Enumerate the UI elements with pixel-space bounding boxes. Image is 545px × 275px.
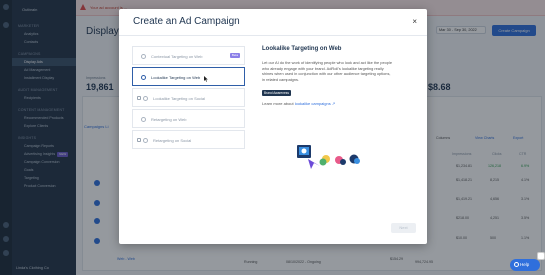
chat-bubble-icon <box>514 262 519 267</box>
radio-icon[interactable] <box>143 96 148 101</box>
lock-icon <box>137 96 141 100</box>
detail-description: Let our AI do the work of identifying pe… <box>262 60 392 82</box>
radio-icon[interactable] <box>143 138 148 143</box>
lookalike-illustration <box>297 145 360 169</box>
external-link-icon[interactable]: ↗ <box>332 101 335 106</box>
cursor-icon <box>204 76 208 82</box>
help-label: Help <box>520 262 530 267</box>
detail-title: Lookalike Targeting on Web <box>262 46 342 52</box>
option-lookalike-web[interactable]: Lookalike Targeting on Web <box>132 67 245 86</box>
create-campaign-modal: Create an Ad Campaign × Contextual Targe… <box>119 9 427 244</box>
help-button[interactable]: Help <box>510 259 540 271</box>
option-label: Contextual Targeting on Web <box>151 54 203 59</box>
widget-icon[interactable] <box>537 252 545 260</box>
option-label: Lookalike Targeting on Web <box>151 75 201 80</box>
lock-icon <box>137 138 141 142</box>
learn-more-link[interactable]: lookalike campaigns <box>295 101 331 106</box>
beta-badge: Beta <box>229 53 240 58</box>
radio-icon[interactable] <box>141 117 146 122</box>
learn-more: Learn more about lookalike campaigns ↗ <box>262 101 335 106</box>
option-retargeting-web[interactable]: Retargeting on Web <box>132 109 245 128</box>
learn-more-prefix: Learn more about <box>262 101 294 106</box>
option-label: Retargeting on Social <box>153 138 192 143</box>
option-lookalike-social[interactable]: Lookalike Targeting on Social <box>132 88 245 107</box>
modal-title: Create an Ad Campaign <box>133 16 240 27</box>
campaign-type-list: Contextual Targeting on Web Beta Lookali… <box>132 46 245 151</box>
option-contextual-web[interactable]: Contextual Targeting on Web Beta <box>132 46 245 65</box>
option-label: Lookalike Targeting on Social <box>153 96 205 101</box>
close-icon[interactable]: × <box>412 18 417 26</box>
next-button[interactable]: Next <box>391 223 416 233</box>
radio-icon[interactable] <box>141 75 146 80</box>
option-retargeting-social[interactable]: Retargeting on Social <box>132 130 245 149</box>
option-label: Retargeting on Web <box>151 117 187 122</box>
objective-badge: Brand Awareness <box>262 90 291 96</box>
divider <box>119 35 427 36</box>
radio-icon[interactable] <box>141 54 146 59</box>
